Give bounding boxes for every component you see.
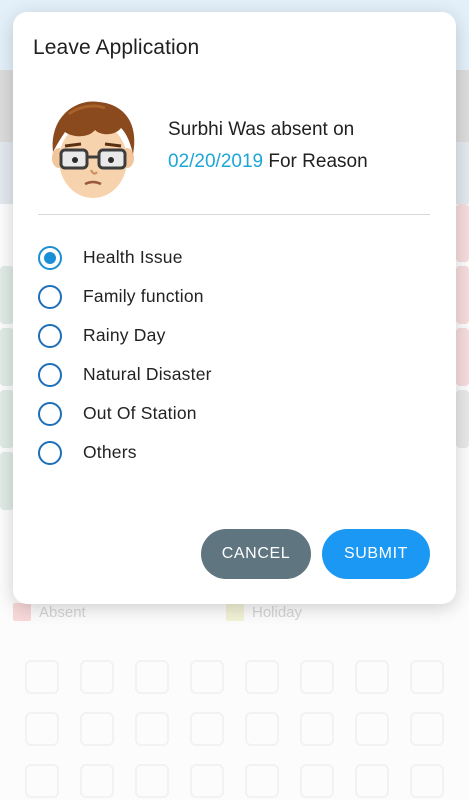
- message-suffix: For Reason: [268, 151, 368, 172]
- radio-button[interactable]: [38, 284, 62, 309]
- reason-option-label: Out Of Station: [83, 403, 197, 423]
- reason-option-out-of-station[interactable]: Out Of Station: [38, 394, 418, 433]
- leave-application-dialog: Leave Application Surbhi Was absent on 0…: [13, 12, 456, 604]
- cancel-button[interactable]: CANCEL: [201, 529, 311, 579]
- reason-option-label: Health Issue: [83, 247, 183, 267]
- absence-message: Surbhi Was absent on 02/20/2019 For Reas…: [168, 114, 438, 178]
- message-date-line: 02/20/2019 For Reason: [168, 146, 438, 178]
- radio-button[interactable]: [38, 245, 62, 270]
- reason-option-label: Natural Disaster: [83, 364, 212, 384]
- reason-option-others[interactable]: Others: [38, 433, 418, 472]
- divider: [38, 214, 430, 215]
- radio-button[interactable]: [38, 401, 62, 426]
- reason-option-rainy-day[interactable]: Rainy Day: [38, 316, 418, 355]
- reason-option-label: Family function: [83, 286, 204, 306]
- reason-option-health-issue[interactable]: Health Issue: [38, 238, 418, 277]
- reason-option-natural-disaster[interactable]: Natural Disaster: [38, 355, 418, 394]
- reason-radio-group: Health Issue Family function Rainy Day N…: [38, 238, 418, 472]
- message-prefix: Surbhi Was absent on: [168, 119, 355, 140]
- submit-button[interactable]: SUBMIT: [322, 529, 430, 579]
- radio-button[interactable]: [38, 323, 62, 348]
- absence-date: 02/20/2019: [168, 151, 264, 172]
- student-avatar-icon: [52, 101, 135, 198]
- reason-option-label: Rainy Day: [83, 325, 166, 345]
- radio-button[interactable]: [38, 440, 62, 465]
- reason-option-family-function[interactable]: Family function: [38, 277, 418, 316]
- dialog-title: Leave Application: [33, 36, 200, 59]
- radio-button[interactable]: [38, 362, 62, 387]
- reason-option-label: Others: [83, 442, 137, 462]
